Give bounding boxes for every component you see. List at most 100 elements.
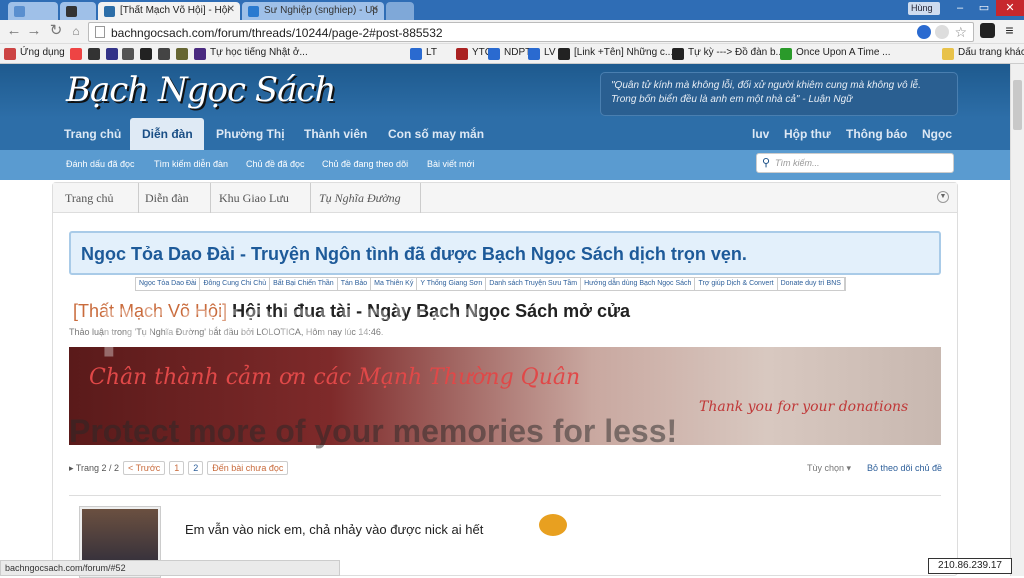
bookmark-icon (158, 48, 170, 60)
bookmark-label: Tự học tiếng Nhật ở... (210, 47, 308, 58)
forward-arrow-icon[interactable]: → (26, 23, 42, 39)
options-dropdown[interactable]: Tùy chọn ▾ (807, 463, 851, 474)
quick-link[interactable]: Ma Thiên Ký (371, 278, 418, 290)
bookmark-item[interactable]: LV (528, 47, 556, 61)
nav-lucky-number[interactable]: Con số may mắn (388, 127, 484, 141)
unread-link[interactable]: Đến bài chưa đọc (207, 461, 289, 475)
quick-link[interactable]: Danh sách Truyện Sưu Tầm (486, 278, 582, 290)
bookmark-icon (558, 48, 570, 60)
image-caption: Chân thành cảm ơn các Mạnh Thường Quân (89, 365, 581, 390)
breadcrumb-item[interactable]: Khu Giao Lưu (219, 191, 289, 206)
announcement-banner[interactable]: Ngọc Tỏa Dao Đài - Truyện Ngôn tình đã đ… (69, 231, 941, 275)
watched-threads-link[interactable]: Chủ đề đang theo dõi (322, 159, 408, 169)
nav-user[interactable]: luv (752, 127, 769, 141)
post-message: Em vẫn vào nick em, chả nhảy vào được ni… (185, 522, 484, 537)
quick-link[interactable]: Y Thống Giang Sơn (417, 278, 487, 290)
prev-page-button[interactable]: < Trước (123, 461, 166, 475)
home-icon[interactable]: ⌂ (68, 23, 84, 39)
new-tab-button[interactable] (386, 2, 414, 20)
bookmark-item[interactable]: LT (410, 47, 437, 61)
bookmark-item[interactable] (70, 47, 86, 61)
browser-tab[interactable]: Sư Nghiệp (snghiep) - Up ✕ (242, 2, 384, 20)
quick-link[interactable]: Ngọc Tỏa Dao Đài (136, 278, 201, 290)
quick-link[interactable]: Donate duy trì BNS (778, 278, 845, 290)
banner-text: Ngọc Tỏa Dao Đài - Truyện Ngôn tình đã đ… (81, 244, 747, 264)
tab-title: Sư Nghiệp (snghiep) - Up (264, 5, 378, 16)
unfollow-thread-link[interactable]: Bỏ theo dõi chủ đề (867, 463, 942, 473)
breadcrumb-item[interactable]: Tụ Nghĩa Đường (319, 191, 401, 206)
thread-meta: Thảo luận trong 'Tụ Nghĩa Đường' bắt đầu… (69, 327, 384, 337)
page-link[interactable]: 1 (169, 461, 185, 475)
window-close-icon[interactable]: ✕ (996, 0, 1024, 16)
tab-favicon-icon (14, 6, 25, 17)
browser-tab-active[interactable]: [Thất Mạch Võ Hội] - Hội ✕ (98, 2, 240, 20)
maximize-icon[interactable]: ▭ (972, 0, 996, 16)
emoticon-icon (533, 500, 573, 540)
breadcrumb-item[interactable]: Trang chủ (65, 191, 114, 206)
new-posts-link[interactable]: Bài viết mới (427, 159, 474, 169)
profile-button[interactable]: Hùng (908, 2, 940, 15)
quick-link[interactable]: Bất Bại Chiến Thần (270, 278, 338, 290)
browser-tab[interactable] (8, 2, 58, 20)
main-nav: Trang chủ Diễn đàn Phường Thị Thành viên… (0, 118, 1010, 174)
bookmark-item[interactable]: Tự kỳ ---> Đồ đàn b... (672, 47, 784, 61)
scrollbar-thumb[interactable] (1013, 80, 1022, 130)
bookmark-star-icon[interactable]: ☆ (954, 24, 967, 41)
bookmark-item[interactable] (122, 47, 138, 61)
url-bar[interactable]: bachngocsach.com/forum/threads/10244/pag… (88, 22, 974, 42)
mark-read-link[interactable]: Đánh dấu đã đọc (66, 159, 135, 169)
menu-icon[interactable]: ≡ (1002, 23, 1017, 38)
nav-alerts[interactable]: Thông báo (846, 127, 907, 141)
other-bookmarks[interactable]: Dấu trang khác (942, 47, 1024, 61)
bookmark-item[interactable]: NDPT (488, 47, 531, 61)
nav-members[interactable]: Thành viên (304, 127, 367, 141)
nav-forum-label: Diễn đàn (142, 127, 193, 141)
read-threads-link[interactable]: Chủ đề đã đọc (246, 159, 305, 169)
scrollbar[interactable] (1010, 64, 1024, 576)
bookmark-item[interactable] (88, 47, 104, 61)
thread-prefix[interactable]: [Thất Mạch Võ Hội] (73, 301, 227, 321)
nav-home[interactable]: Trang chủ (64, 127, 121, 141)
extension-icon[interactable] (917, 25, 931, 39)
bookmark-item[interactable] (176, 47, 192, 61)
extension-icon[interactable] (935, 25, 949, 39)
nav-market[interactable]: Phường Thị (216, 127, 285, 141)
browser-tab-bar: [Thất Mạch Võ Hội] - Hội ✕ Sư Nghiệp (sng… (0, 0, 1024, 20)
nav-forum-active[interactable]: Diễn đàn (130, 118, 204, 150)
bookmark-icon (88, 48, 100, 60)
search-forum-link[interactable]: Tìm kiếm diễn đàn (154, 159, 228, 169)
image-caption: Thank you for your donations (699, 399, 909, 415)
bookmark-item[interactable] (158, 47, 174, 61)
nav-inbox[interactable]: Hộp thư (784, 127, 831, 141)
bookmark-item[interactable]: Ứng dụng (4, 47, 65, 61)
bookmark-item[interactable]: Once Upon A Time ... (780, 47, 891, 61)
quick-link[interactable]: Hướng dẫn dùng Bạch Ngọc Sách (581, 278, 696, 290)
close-icon[interactable]: ✕ (227, 4, 235, 15)
back-arrow-icon[interactable]: ← (6, 23, 22, 39)
search-input[interactable]: ⚲ Tìm kiếm... (756, 153, 954, 173)
bookmark-icon (528, 48, 540, 60)
bookmark-item[interactable]: [Link +Tên] Những c... (558, 47, 673, 61)
site-logo[interactable]: Bạch Ngọc Sách (66, 70, 336, 110)
breadcrumb-separator (129, 183, 139, 213)
quick-link[interactable]: Trợ giúp Dịch & Convert (695, 278, 778, 290)
tab-favicon-icon (66, 6, 77, 17)
breadcrumb-item[interactable]: Diễn đàn (145, 191, 189, 206)
quick-link[interactable]: Đông Cung Chi Chủ (200, 278, 271, 290)
minimize-icon[interactable]: – (948, 0, 972, 16)
bookmark-item[interactable]: Tự học tiếng Nhật ở... (194, 47, 308, 61)
thread-title-text: Hội thi đua tài - Ngày Bạch Ngọc Sách mở… (232, 301, 631, 321)
tab-title: [Thất Mạch Võ Hội] - Hội (120, 5, 230, 16)
bookmark-icon (106, 48, 118, 60)
bookmark-item[interactable] (106, 47, 122, 61)
bookmark-item[interactable] (140, 47, 156, 61)
quick-link[interactable]: Tán Bảo (338, 278, 372, 290)
reload-icon[interactable]: ↻ (48, 23, 64, 39)
browser-tab[interactable] (60, 2, 96, 20)
close-icon[interactable]: ✕ (371, 4, 379, 15)
extension-icon[interactable] (980, 23, 995, 38)
nav-gems[interactable]: Ngọc (922, 127, 952, 141)
bookmark-label: Tự kỳ ---> Đồ đàn b... (688, 47, 784, 58)
page-link-current[interactable]: 2 (188, 461, 204, 475)
collapse-icon[interactable]: ▼ (937, 191, 949, 203)
